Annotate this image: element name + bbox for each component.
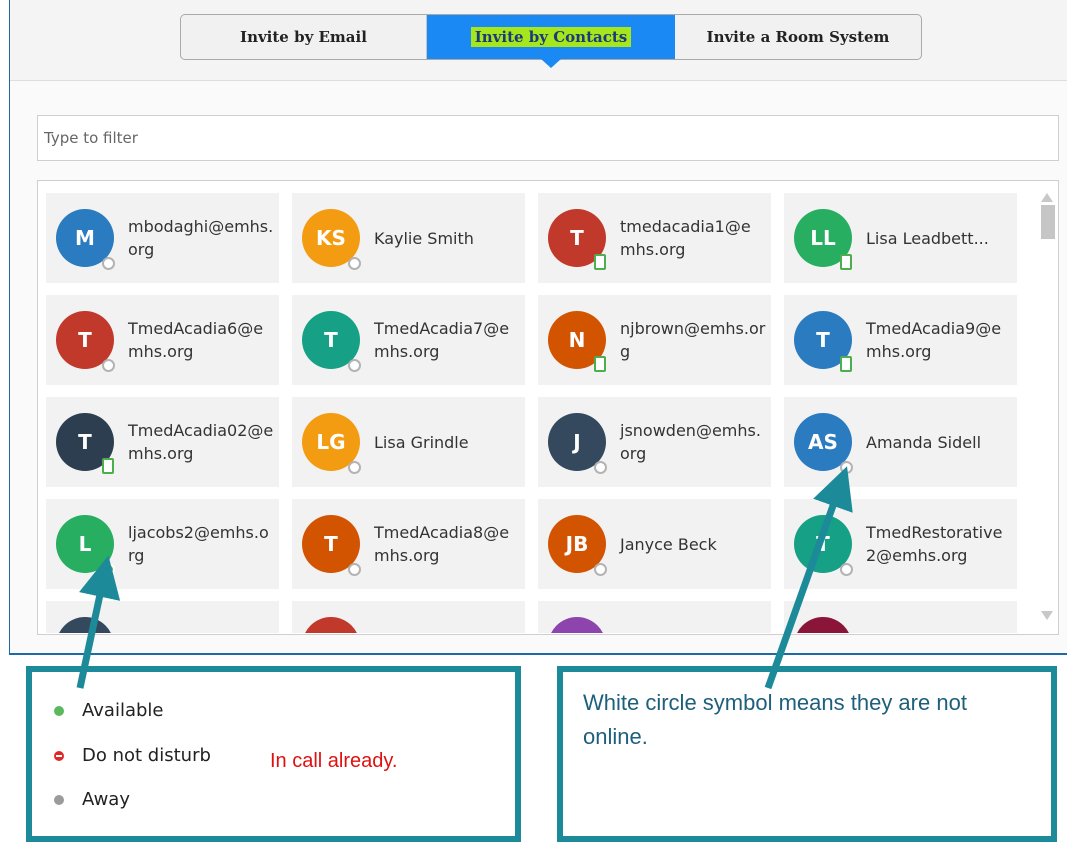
legend-item-available: Available: [54, 700, 163, 721]
offline-status-icon: [594, 563, 607, 576]
active-tab-pointer: [541, 59, 561, 68]
contact-name: tmedacadia1@emhs.org: [620, 217, 751, 259]
contact-name: Kaylie Smith: [374, 228, 474, 248]
contact-card[interactable]: Lljacobs2@emhs.org: [46, 499, 279, 589]
contact-name: Amanda Sidell: [866, 432, 982, 452]
scroll-thumb[interactable]: [1041, 205, 1055, 239]
in-call-note: In call already.: [270, 750, 398, 772]
contact-card[interactable]: [292, 601, 525, 633]
contact-card[interactable]: tmedadcoor1: [538, 601, 771, 633]
contact-card[interactable]: T TmedRestorative2@emhs.org: [784, 499, 1017, 589]
contact-card[interactable]: [784, 601, 1017, 633]
contact-card[interactable]: T TmedAcadia9@emhs.org: [784, 295, 1017, 385]
avatar: [794, 617, 852, 633]
legend-item-away: Away: [54, 789, 130, 810]
offline-status-icon: [348, 359, 361, 372]
contact-name: ljacobs2@emhs.org: [128, 523, 269, 565]
mobile-status-icon: [102, 458, 114, 474]
contact-card[interactable]: LL Lisa Leadbett...: [784, 193, 1017, 283]
avatar: [548, 617, 606, 633]
status-legend-callout: Available Do not disturb Away In call al…: [26, 666, 521, 842]
contact-card[interactable]: T TmedAcadia02@emhs.org: [46, 397, 279, 487]
contact-name: TmedAcadia9@emhs.org: [866, 319, 1002, 361]
legend-item-do-not-disturb: Do not disturb: [54, 745, 211, 766]
offline-note-callout: White circle symbol means they are not o…: [557, 666, 1057, 842]
contact-card[interactable]: Nnjbrown@emhs.org: [538, 295, 771, 385]
mobile-status-icon: [594, 356, 606, 372]
tab-invite-room-system[interactable]: Invite a Room System: [675, 15, 921, 59]
tab-invite-by-email[interactable]: Invite by Email: [181, 15, 427, 59]
offline-note-text: White circle symbol means they are not o…: [583, 690, 967, 749]
mobile-status-icon: [840, 254, 852, 270]
offline-status-icon: [102, 257, 115, 270]
offline-status-icon: [840, 461, 853, 474]
available-dot-icon: [54, 705, 64, 716]
contact-card[interactable]: Ttmedacadia1@emhs.org: [538, 193, 771, 283]
tab-header: Invite by Email Invite by Contacts Invit…: [10, 0, 1067, 81]
contact-name: jsnowden@emhs.org: [620, 421, 761, 463]
avatar: [302, 617, 360, 633]
legend-label: Available: [82, 700, 164, 721]
contact-name: TmedRestorative2@emhs.org: [866, 523, 1003, 565]
invite-tabs: Invite by Email Invite by Contacts Invit…: [180, 14, 922, 68]
contact-card[interactable]: KS Kaylie Smith: [292, 193, 525, 283]
invite-window: Invite by Email Invite by Contacts Invit…: [9, 0, 1067, 655]
contact-name: Rebecca: [128, 601, 274, 633]
tab-label: Invite a Room System: [706, 28, 890, 46]
contact-name: TmedAcadia6@emhs.org: [128, 319, 264, 361]
tab-label: Invite by Contacts: [470, 27, 632, 47]
do-not-disturb-dot-icon: [54, 750, 64, 761]
contact-card[interactable]: Mmbodaghi@emhs.org: [46, 193, 279, 283]
offline-status-icon: [840, 563, 853, 576]
contact-name: njbrown@emhs.org: [620, 319, 766, 361]
mobile-status-icon: [840, 356, 852, 372]
scroll-down-icon[interactable]: [1041, 611, 1053, 620]
contact-card[interactable]: LG Lisa Grindle: [292, 397, 525, 487]
contact-list: Mmbodaghi@emhs.org KS Kaylie Smith Ttmedaca…: [37, 180, 1059, 635]
mobile-status-icon: [594, 254, 606, 270]
available-status-icon: [102, 563, 115, 576]
contact-name: tmedadcoor1: [620, 601, 766, 633]
scroll-up-icon[interactable]: [1041, 193, 1053, 202]
contact-grid: Mmbodaghi@emhs.org KS Kaylie Smith Ttmedaca…: [46, 193, 1031, 633]
offline-status-icon: [594, 461, 607, 474]
contact-name: TmedAcadia8@emhs.org: [374, 523, 510, 565]
contact-card[interactable]: Rebecca: [46, 601, 279, 633]
offline-status-icon: [348, 461, 361, 474]
scrollbar[interactable]: [1036, 181, 1058, 634]
offline-status-icon: [348, 257, 361, 270]
avatar: [56, 617, 114, 633]
contact-name: Lisa Leadbett...: [866, 228, 989, 248]
tab-label: Invite by Email: [240, 28, 367, 46]
offline-status-icon: [102, 359, 115, 372]
contact-name: TmedAcadia7@emhs.org: [374, 319, 510, 361]
contact-card[interactable]: AS Amanda Sidell: [784, 397, 1017, 487]
legend-label: Do not disturb: [82, 745, 211, 766]
contact-name: [866, 601, 1012, 633]
contact-card[interactable]: JB Janyce Beck: [538, 499, 771, 589]
away-dot-icon: [54, 794, 64, 805]
offline-status-icon: [348, 563, 361, 576]
contact-name: Janyce Beck: [620, 534, 717, 554]
contact-card[interactable]: Jjsnowden@emhs.org: [538, 397, 771, 487]
tab-invite-by-contacts[interactable]: Invite by Contacts: [427, 15, 675, 68]
contact-name: mbodaghi@emhs.org: [128, 217, 274, 259]
legend-label: Away: [82, 789, 130, 810]
contact-card[interactable]: T TmedAcadia7@emhs.org: [292, 295, 525, 385]
contact-name: Lisa Grindle: [374, 432, 469, 452]
contact-name: TmedAcadia02@emhs.org: [128, 421, 274, 463]
filter-input[interactable]: [37, 115, 1059, 161]
contact-name: [374, 601, 520, 633]
contact-card[interactable]: T TmedAcadia8@emhs.org: [292, 499, 525, 589]
contact-card[interactable]: T TmedAcadia6@emhs.org: [46, 295, 279, 385]
